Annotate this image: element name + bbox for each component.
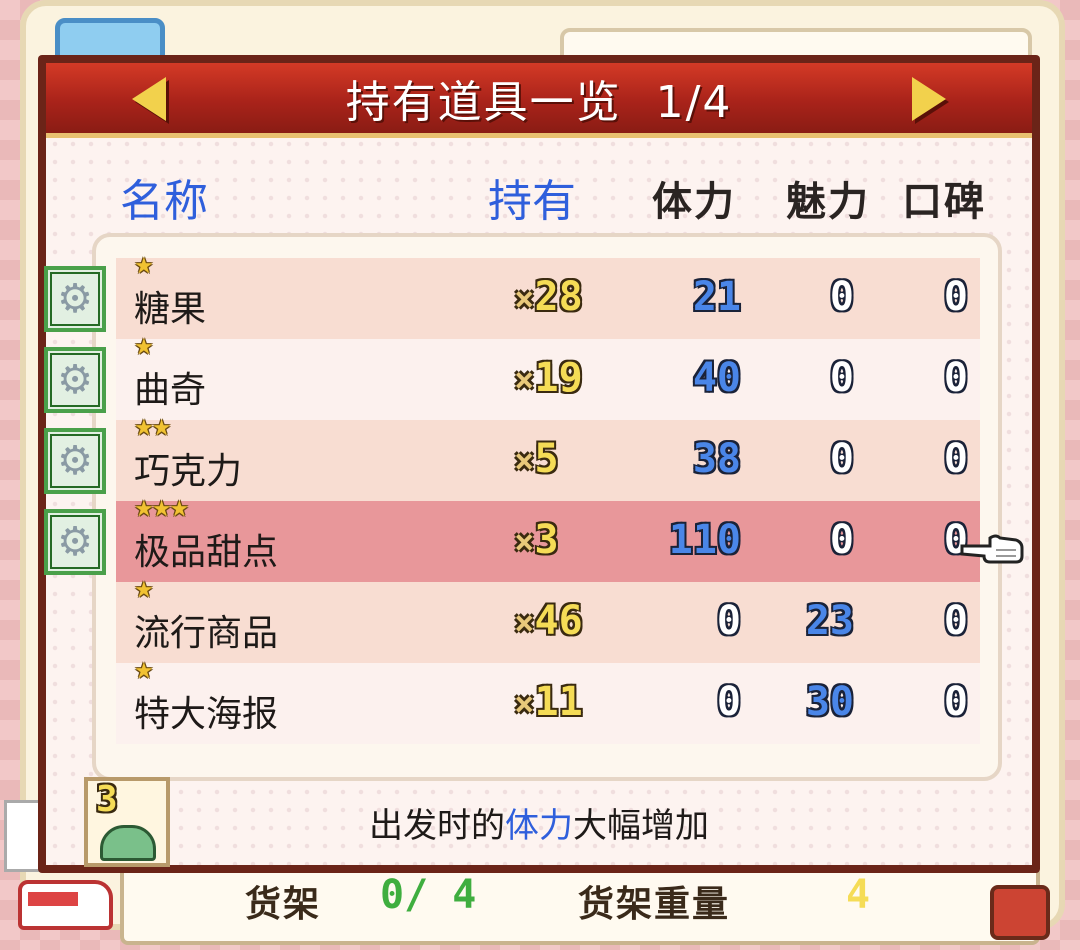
item-row[interactable]: ★★ 巧克力 ×5 38 0 0 (116, 416, 980, 501)
item-description: 出发时的体力大幅增加 (46, 798, 1032, 847)
shelf-value: 0/ 4 (380, 872, 477, 918)
title-label: 持有道具一览 (345, 77, 622, 128)
description-highlight: 体力 (505, 806, 573, 846)
title-bar: 持有道具一览 1/4 (46, 63, 1032, 138)
item-stamina: 110 (668, 517, 741, 563)
quantity-prefix: × (514, 684, 535, 724)
item-row[interactable]: ★ 曲奇 ×19 40 0 0 (116, 335, 980, 420)
item-quantity: ×28 (514, 274, 583, 320)
quantity-value: 3 (534, 517, 559, 563)
header-charm: 魅力 (786, 180, 870, 224)
item-reputation: 0 (943, 517, 968, 563)
right-arrow-icon[interactable] (912, 77, 946, 121)
item-reputation: 0 (943, 355, 968, 401)
description-after: 大幅增加 (573, 806, 709, 846)
item-name: 曲奇 (134, 370, 207, 411)
quantity-prefix: × (514, 279, 535, 319)
item-row[interactable]: ★ 流行商品 ×46 0 23 0 (116, 578, 980, 663)
gear-icon: ⚙ (57, 357, 93, 403)
rarity-stars: ★ (134, 578, 154, 603)
item-reputation: 0 (943, 679, 968, 725)
truck-icon[interactable] (18, 880, 113, 930)
page-indicator: 1/4 (655, 77, 733, 128)
quantity-value: 46 (534, 598, 583, 644)
quantity-value: 19 (534, 355, 583, 401)
item-charm: 30 (805, 679, 854, 725)
rarity-stars: ★ (134, 335, 154, 360)
header-owned[interactable]: 持有 (488, 165, 576, 229)
item-name: 流行商品 (134, 613, 279, 654)
item-stamina: 0 (716, 679, 741, 725)
shelf-weight-label: 货架重量 (578, 883, 731, 924)
item-charm: 0 (829, 274, 854, 320)
quantity-prefix: × (514, 603, 535, 643)
item-charm: 23 (805, 598, 854, 644)
gear-icon: ⚙ (57, 438, 93, 484)
item-charm: 0 (829, 355, 854, 401)
left-arrow-icon[interactable] (132, 77, 166, 121)
item-reputation: 0 (943, 598, 968, 644)
item-name: 巧克力 (134, 451, 243, 492)
rarity-stars: ★ (134, 254, 154, 279)
rarity-stars: ★ (134, 659, 154, 684)
rarity-stars: ★★★ (134, 497, 189, 522)
item-quantity: ×3 (514, 517, 559, 563)
item-charm: 0 (829, 436, 854, 482)
gear-icon: ⚙ (57, 276, 93, 322)
item-reputation: 0 (943, 436, 968, 482)
description-before: 出发时的 (369, 806, 505, 846)
item-quantity: ×46 (514, 598, 583, 644)
item-charm: 0 (829, 517, 854, 563)
shelf-label: 货架 (245, 883, 322, 924)
shelf-weight-value: 4 (846, 872, 871, 918)
shopkeeper-icon (990, 885, 1050, 940)
header-reputation: 口碑 (902, 180, 986, 224)
item-stamina: 40 (692, 355, 741, 401)
pointing-hand-icon (960, 534, 1024, 564)
quantity-prefix: × (514, 522, 535, 562)
rarity-stars: ★★ (134, 416, 171, 441)
item-reputation: 0 (943, 274, 968, 320)
item-row[interactable]: ★ 糖果 ×28 21 0 0 (116, 254, 980, 339)
item-name: 特大海报 (134, 694, 279, 735)
quantity-prefix: × (514, 360, 535, 400)
header-name[interactable]: 名称 (120, 165, 208, 229)
quantity-prefix: × (514, 441, 535, 481)
item-stamina: 38 (692, 436, 741, 482)
item-list-dialog: 持有道具一览 1/4 名称 持有 体力 魅力 口碑 ⚙ ★ 糖果 ×28 21 0 0 ⚙ ★ 曲… (38, 55, 1040, 873)
item-row[interactable]: ★ 特大海报 ×11 0 30 0 (116, 659, 980, 744)
gear-button[interactable]: ⚙ (44, 509, 106, 575)
item-name: 糖果 (134, 289, 207, 330)
item-stamina: 0 (716, 598, 741, 644)
item-quantity: ×5 (514, 436, 559, 482)
gear-button[interactable]: ⚙ (44, 428, 106, 494)
quantity-value: 5 (534, 436, 559, 482)
item-stamina: 21 (692, 274, 741, 320)
quantity-value: 11 (534, 679, 583, 725)
quantity-value: 28 (534, 274, 583, 320)
item-quantity: ×19 (514, 355, 583, 401)
item-name: 极品甜点 (134, 532, 279, 573)
item-quantity: ×11 (514, 679, 583, 725)
dialog-body: 持有道具一览 1/4 名称 持有 体力 魅力 口碑 ⚙ ★ 糖果 ×28 21 0 0 ⚙ ★ 曲… (44, 63, 1032, 867)
dialog-title: 持有道具一览 1/4 (346, 66, 733, 130)
gear-button[interactable]: ⚙ (44, 266, 106, 332)
gear-button[interactable]: ⚙ (44, 347, 106, 413)
item-row[interactable]: ★★★ 极品甜点 ×3 110 0 0 (116, 497, 980, 582)
header-stamina: 体力 (652, 180, 736, 224)
gear-icon: ⚙ (57, 519, 93, 565)
